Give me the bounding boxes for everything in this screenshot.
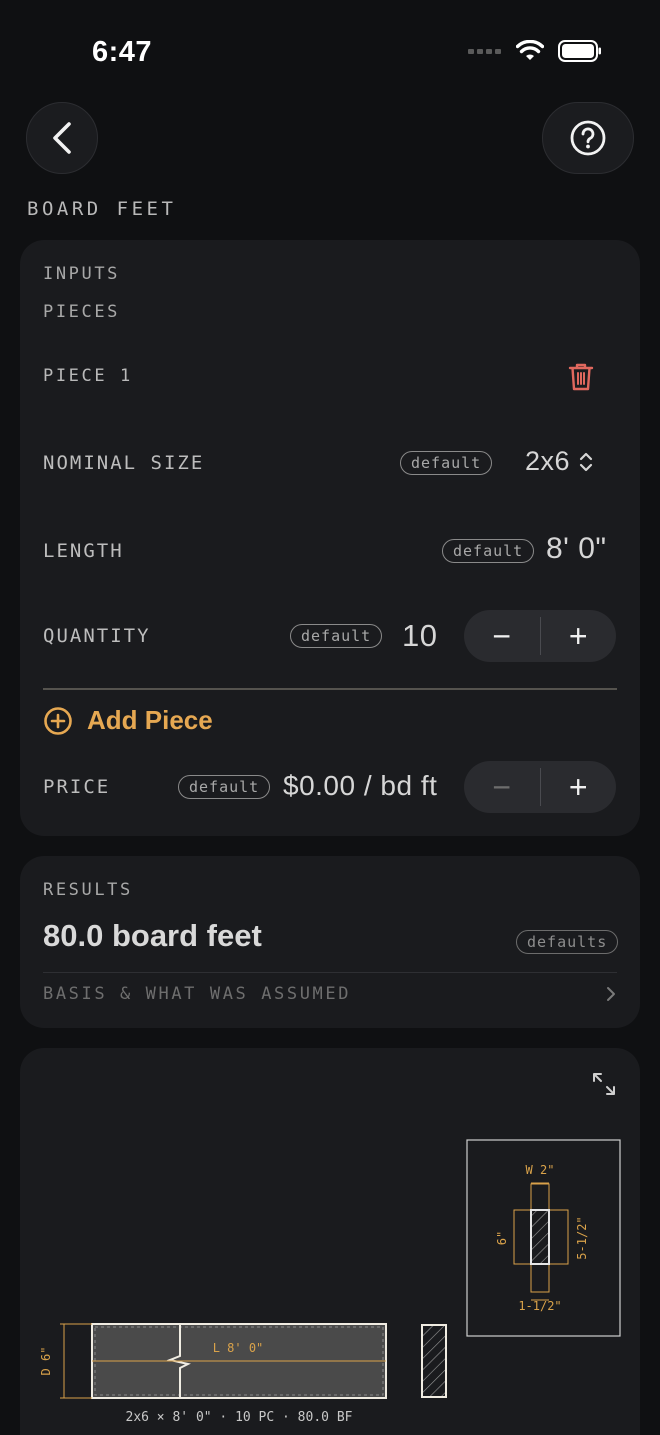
chevron-left-icon — [53, 122, 71, 154]
back-button[interactable] — [26, 102, 98, 174]
status-time: 6:47 — [92, 36, 153, 68]
board-diagram: W 2" 6" 5-1/2" 1-1/2" L 8' 0" D 6" 2x6 ×… — [39, 1139, 621, 1425]
board-end-section — [421, 1324, 447, 1398]
section-actual-width-label: 1-1/2" — [518, 1299, 561, 1313]
divider — [43, 688, 617, 690]
price-increment-button[interactable]: + — [541, 761, 617, 813]
basis-disclosure-row[interactable]: BASIS & WHAT WAS ASSUMED — [43, 984, 617, 1004]
basis-label: BASIS & WHAT WAS ASSUMED — [43, 984, 352, 1004]
add-piece-button[interactable]: Add Piece — [43, 705, 213, 736]
depth-dimension-label: D 6" — [39, 1347, 53, 1376]
page-title: BOARD FEET — [27, 198, 177, 220]
quantity-stepper: − + — [464, 610, 616, 662]
nominal-size-default-badge: default — [400, 451, 493, 475]
divider — [43, 972, 617, 973]
length-value[interactable]: 8' 0" — [546, 532, 607, 566]
help-button[interactable] — [542, 102, 634, 174]
price-decrement-button[interactable]: − — [464, 761, 540, 813]
inputs-section-label: INPUTS — [43, 264, 121, 284]
inputs-card: INPUTS PIECES PIECE 1 NOMINAL SIZE defau… — [20, 240, 640, 836]
results-card: RESULTS 80.0 board feet defaults BASIS &… — [20, 856, 640, 1028]
nominal-size-label: NOMINAL SIZE — [43, 452, 205, 474]
quantity-decrement-button[interactable]: − — [464, 610, 540, 662]
quantity-default-badge: default — [290, 624, 383, 648]
length-default-badge: default — [442, 539, 535, 563]
wifi-icon — [516, 40, 544, 60]
quantity-value: 10 — [402, 618, 438, 653]
price-stepper: − + — [464, 761, 616, 813]
diagram-caption: 2x6 × 8' 0" · 10 PC · 80.0 BF — [126, 1410, 353, 1425]
results-section-label: RESULTS — [43, 880, 133, 900]
section-board — [530, 1209, 550, 1265]
length-label: LENGTH — [43, 540, 124, 562]
add-piece-label: Add Piece — [87, 705, 213, 735]
chevron-right-icon — [607, 987, 615, 1001]
length-dimension-label: L 8' 0" — [213, 1341, 264, 1355]
chevron-up-down-icon — [579, 452, 593, 471]
quantity-increment-button[interactable]: + — [541, 610, 617, 662]
section-width-label: W 2" — [526, 1163, 555, 1177]
nominal-size-select[interactable]: 2x6 — [525, 446, 594, 477]
plus-circle-icon — [44, 706, 72, 735]
piece-title: PIECE 1 — [43, 366, 133, 386]
diagram-card: W 2" 6" 5-1/2" 1-1/2" L 8' 0" D 6" 2x6 ×… — [20, 1048, 640, 1435]
defaults-badge: defaults — [516, 930, 619, 954]
price-value: $0.00 / bd ft — [283, 770, 438, 801]
status-indicators — [468, 40, 602, 62]
battery-icon — [558, 40, 601, 62]
section-nominal-height-label: 6" — [495, 1231, 509, 1245]
quantity-label: QUANTITY — [43, 625, 151, 647]
pieces-label: PIECES — [43, 302, 121, 322]
price-label: PRICE — [43, 776, 111, 798]
trash-icon[interactable] — [568, 362, 594, 392]
section-actual-height-label: 5-1/2" — [575, 1216, 589, 1259]
price-default-badge: default — [178, 775, 271, 799]
nominal-size-value: 2x6 — [525, 446, 571, 476]
question-circle-icon — [570, 120, 606, 156]
result-value: 80.0 board feet — [43, 918, 262, 953]
cellular-signal-icon — [468, 49, 501, 54]
